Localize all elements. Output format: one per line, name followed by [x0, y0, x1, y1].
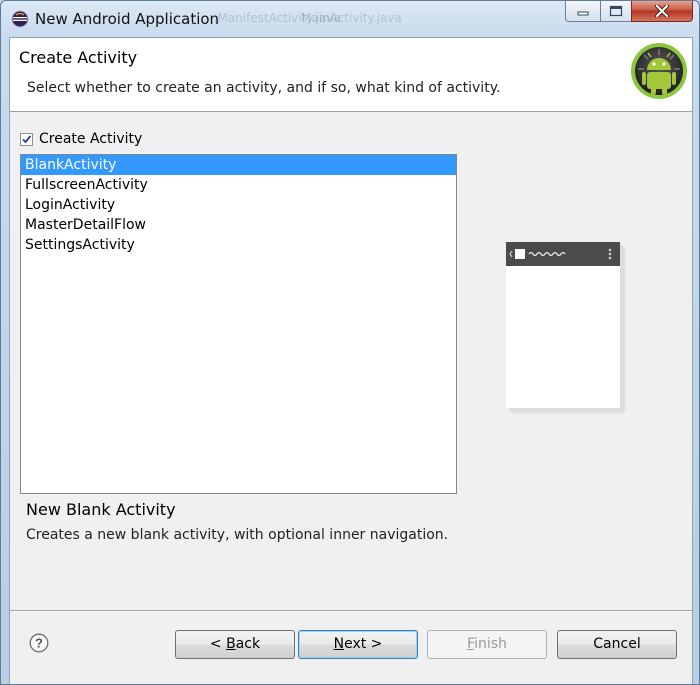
minimize-button[interactable] — [565, 1, 601, 22]
help-icon[interactable]: ? — [29, 633, 49, 653]
list-item[interactable]: BlankActivity — [21, 155, 456, 175]
page-description: Select whether to create an activity, an… — [27, 80, 501, 96]
background-tab: MainActivity.java — [301, 11, 402, 25]
close-button[interactable] — [631, 1, 693, 22]
finish-button[interactable]: Finish — [427, 630, 547, 659]
template-title: New Blank Activity — [26, 500, 176, 519]
title-bar[interactable]: New Android Application ...ManifestActiv… — [1, 1, 699, 37]
back-prefix: < — [209, 636, 227, 652]
list-item[interactable]: FullscreenActivity — [21, 175, 456, 195]
next-label-rest: ext > — [344, 636, 383, 652]
activity-template-list[interactable]: BlankActivity FullscreenActivity LoginAc… — [20, 154, 457, 494]
activity-preview-thumbnail — [506, 242, 620, 408]
create-activity-label: Create Activity — [39, 131, 143, 147]
preview-action-bar — [506, 242, 620, 266]
button-bar-separator — [10, 610, 692, 612]
create-activity-checkbox[interactable] — [20, 132, 33, 146]
preview-action-bar-icons — [509, 248, 612, 260]
finish-label-rest: inish — [474, 636, 507, 652]
dialog-window: New Android Application ...ManifestActiv… — [0, 0, 700, 685]
next-button[interactable]: Next > — [298, 630, 418, 659]
wizard-header: Create Activity Select whether to create… — [10, 38, 692, 112]
android-logo-icon — [631, 43, 687, 99]
back-button[interactable]: < Back — [175, 630, 295, 659]
svg-text:?: ? — [35, 636, 43, 651]
back-label-rest: ack — [235, 636, 261, 652]
list-item[interactable]: MasterDetailFlow — [21, 215, 456, 235]
close-icon — [655, 5, 669, 17]
minimize-icon — [577, 11, 589, 16]
window-title: New Android Application — [35, 10, 220, 28]
checkmark-icon — [22, 134, 32, 143]
eclipse-icon — [11, 10, 29, 28]
maximize-icon — [609, 5, 623, 17]
maximize-button[interactable] — [600, 1, 632, 22]
next-mnemonic: N — [333, 636, 345, 652]
dialog-content: Create Activity Select whether to create… — [9, 37, 693, 684]
cancel-button[interactable]: Cancel — [557, 630, 677, 659]
page-title: Create Activity — [19, 48, 138, 67]
back-mnemonic: B — [226, 636, 236, 652]
create-activity-checkbox-row[interactable]: Create Activity — [20, 131, 142, 147]
list-item[interactable]: SettingsActivity — [21, 235, 456, 255]
list-item[interactable]: LoginActivity — [21, 195, 456, 215]
template-description: Creates a new blank activity, with optio… — [26, 527, 449, 543]
